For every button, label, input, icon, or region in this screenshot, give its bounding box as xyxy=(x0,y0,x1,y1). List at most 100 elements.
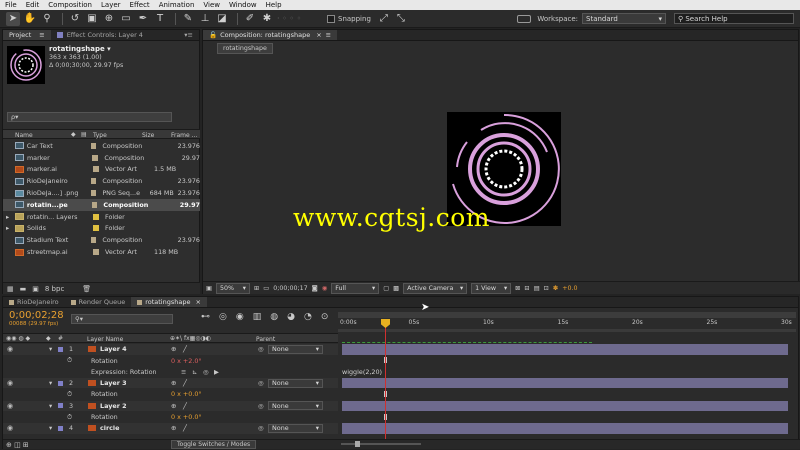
toggle-pixel-icon[interactable]: ⊠ xyxy=(515,285,520,292)
always-preview-icon[interactable]: ▣ xyxy=(206,285,212,292)
project-item[interactable]: ▸ rotatin... Layers Folder xyxy=(3,211,200,223)
shy-switch-icon[interactable]: ⊕ xyxy=(171,402,176,410)
zoom-tool-icon[interactable]: ⚲ xyxy=(40,12,54,26)
grid-icon[interactable]: ▭ xyxy=(263,285,269,292)
expression-language-menu-icon[interactable]: ▶ xyxy=(214,368,219,376)
comp-mini-flowchart-icon[interactable]: ⊷ xyxy=(201,312,210,322)
mask-tool-icon[interactable]: ▭ xyxy=(119,12,133,26)
layer-duration-bar[interactable] xyxy=(342,342,788,355)
property-track[interactable] xyxy=(342,411,788,423)
view-layout-dropdown[interactable]: 1 View ▾ xyxy=(471,282,512,294)
safe-area-icon[interactable]: ⊞ xyxy=(254,285,259,292)
col-layer-name[interactable]: Layer Name xyxy=(87,336,123,343)
selection-tool-icon[interactable]: ➤ xyxy=(6,11,20,26)
workspace-toggle-icon[interactable] xyxy=(517,14,532,23)
timeline-icon[interactable]: ▤ xyxy=(534,285,540,292)
project-item[interactable]: Stadium Text Composition 23.976 xyxy=(3,234,200,246)
workspace-dropdown[interactable]: Standard ▾ xyxy=(582,13,666,24)
layer-name[interactable]: circle xyxy=(100,424,119,432)
snapshot-icon[interactable]: ◙ xyxy=(312,285,318,292)
label-color-swatch[interactable] xyxy=(93,213,99,220)
panel-menu-icon[interactable]: ▾≡ xyxy=(178,30,199,40)
timeline-tab-render-queue[interactable]: Render Queue xyxy=(65,297,132,307)
col-size[interactable]: Size xyxy=(142,132,154,139)
fast-previews-icon[interactable]: ⊟ xyxy=(524,285,529,292)
puppet-tool-icon[interactable]: ✱ xyxy=(260,12,274,26)
label-color-swatch[interactable] xyxy=(58,380,63,386)
roto-brush-tool-icon[interactable]: ✐ xyxy=(243,12,257,26)
flowchart-icon[interactable]: ⊡ xyxy=(544,285,549,292)
visibility-eye-icon[interactable]: ◉ xyxy=(6,424,14,432)
label-color-swatch[interactable] xyxy=(93,166,99,173)
lock-icon[interactable]: 🔓 xyxy=(209,31,217,39)
pan-behind-tool-icon[interactable]: ⊕ xyxy=(102,12,116,26)
shy-icon[interactable]: ◉ xyxy=(236,312,244,322)
comp-navigator-tab[interactable]: rotatingshape xyxy=(217,43,273,54)
brush-tool-icon[interactable]: ✎ xyxy=(181,12,195,26)
visibility-eye-icon[interactable]: ◉ xyxy=(6,345,14,353)
layer-name[interactable]: Layer 2 xyxy=(100,402,127,410)
menu-layer[interactable]: Layer xyxy=(101,1,121,9)
expand-icon[interactable]: ⤡ xyxy=(394,12,408,26)
footer-icons[interactable]: ⊕ ◫ ⊞ xyxy=(6,441,29,449)
visibility-eye-icon[interactable]: ◉ xyxy=(6,379,14,387)
eraser-tool-icon[interactable]: ◪ xyxy=(215,12,229,26)
menu-help[interactable]: Help xyxy=(266,1,282,9)
menu-effect[interactable]: Effect xyxy=(130,1,150,9)
menu-edit[interactable]: Edit xyxy=(26,1,40,9)
col-frame-rate[interactable]: Frame ... xyxy=(171,132,197,139)
stopwatch-icon[interactable]: ⏱ xyxy=(67,356,72,365)
expression-pickwhip-icon[interactable]: ◎ xyxy=(203,368,209,376)
visibility-eye-icon[interactable]: ◉ xyxy=(6,402,14,410)
time-ruler[interactable]: 0:00s 05s 10s 15s 20s 25s 30s xyxy=(338,310,796,344)
project-item[interactable]: ▸ Solids Folder xyxy=(3,223,200,235)
draft-3d-icon[interactable]: ◎ xyxy=(219,312,227,322)
parent-pickwhip-icon[interactable]: ◎ xyxy=(258,424,264,432)
project-item[interactable]: Car Text Composition 23.976 xyxy=(3,140,200,152)
type-tool-icon[interactable]: T xyxy=(153,12,167,26)
transparency-grid-icon[interactable]: ▩ xyxy=(393,285,399,292)
expand-triangle-icon[interactable]: ▾ xyxy=(49,379,52,387)
camera-dropdown[interactable]: Active Camera ▾ xyxy=(403,282,468,294)
col-type[interactable]: Type xyxy=(93,132,107,139)
stopwatch-icon[interactable]: ⏱ xyxy=(67,390,72,399)
parent-pickwhip-icon[interactable]: ◎ xyxy=(258,379,264,387)
parent-pickwhip-icon[interactable]: ◎ xyxy=(258,402,264,410)
expand-triangle-icon[interactable]: ▾ xyxy=(49,345,52,353)
expression-graph-icon[interactable]: ⊾ xyxy=(192,368,197,376)
layer-row[interactable]: ◉ ▾ 4 circle ⊕ ╱ ◎ None ▾ xyxy=(3,423,338,434)
playhead-line[interactable] xyxy=(385,319,386,441)
layer-duration-bar[interactable] xyxy=(342,423,788,434)
label-color-swatch[interactable] xyxy=(93,249,99,256)
layer-name[interactable]: Layer 4 xyxy=(100,345,127,353)
tab-project[interactable]: Project ≡ xyxy=(3,30,51,40)
stopwatch-icon[interactable]: ⏱ xyxy=(67,413,72,422)
expression-toggle-icon[interactable]: ≡ xyxy=(181,368,186,376)
snapping-checkbox[interactable] xyxy=(327,14,335,23)
label-color-swatch[interactable] xyxy=(90,178,97,185)
panel-menu-icon[interactable]: ≡ xyxy=(326,31,331,39)
project-item[interactable]: streetmap.ai Vector Art 118 MB xyxy=(3,246,200,258)
project-item[interactable]: rotatin...pe Composition 29.97 xyxy=(3,199,200,211)
menu-composition[interactable]: Composition xyxy=(48,1,92,9)
label-color-swatch[interactable] xyxy=(90,190,97,197)
camera-tool-icon[interactable]: ▣ xyxy=(85,12,99,26)
zoom-dropdown[interactable]: 50% ▾ xyxy=(215,282,250,294)
property-value[interactable]: 0 x +2.0° xyxy=(171,357,202,365)
timeline-current-time[interactable]: 0;00;02;28 xyxy=(9,310,64,321)
col-parent[interactable]: Parent xyxy=(256,336,275,343)
color-channel-icon[interactable]: ◉ xyxy=(322,285,328,292)
region-of-interest-icon[interactable]: ▢ xyxy=(383,285,389,292)
parent-dropdown[interactable]: None ▾ xyxy=(268,423,323,433)
interpret-footage-icon[interactable]: ▦ xyxy=(7,285,14,293)
brainstorm-icon[interactable]: ◕ xyxy=(287,312,295,322)
search-help-field[interactable]: ⚲ Search Help xyxy=(674,13,794,24)
shy-switch-icon[interactable]: ⊕ xyxy=(171,424,176,432)
label-color-swatch[interactable] xyxy=(58,403,63,409)
property-track[interactable] xyxy=(342,355,788,366)
hand-tool-icon[interactable]: ✋ xyxy=(23,12,37,26)
timecode-field[interactable]: 0;00;00;17 xyxy=(273,285,307,292)
tab-effect-controls[interactable]: Effect Controls: Layer 4 xyxy=(51,30,149,40)
render-icon[interactable]: ⊙ xyxy=(321,312,329,322)
zoom-slider[interactable] xyxy=(341,443,421,445)
